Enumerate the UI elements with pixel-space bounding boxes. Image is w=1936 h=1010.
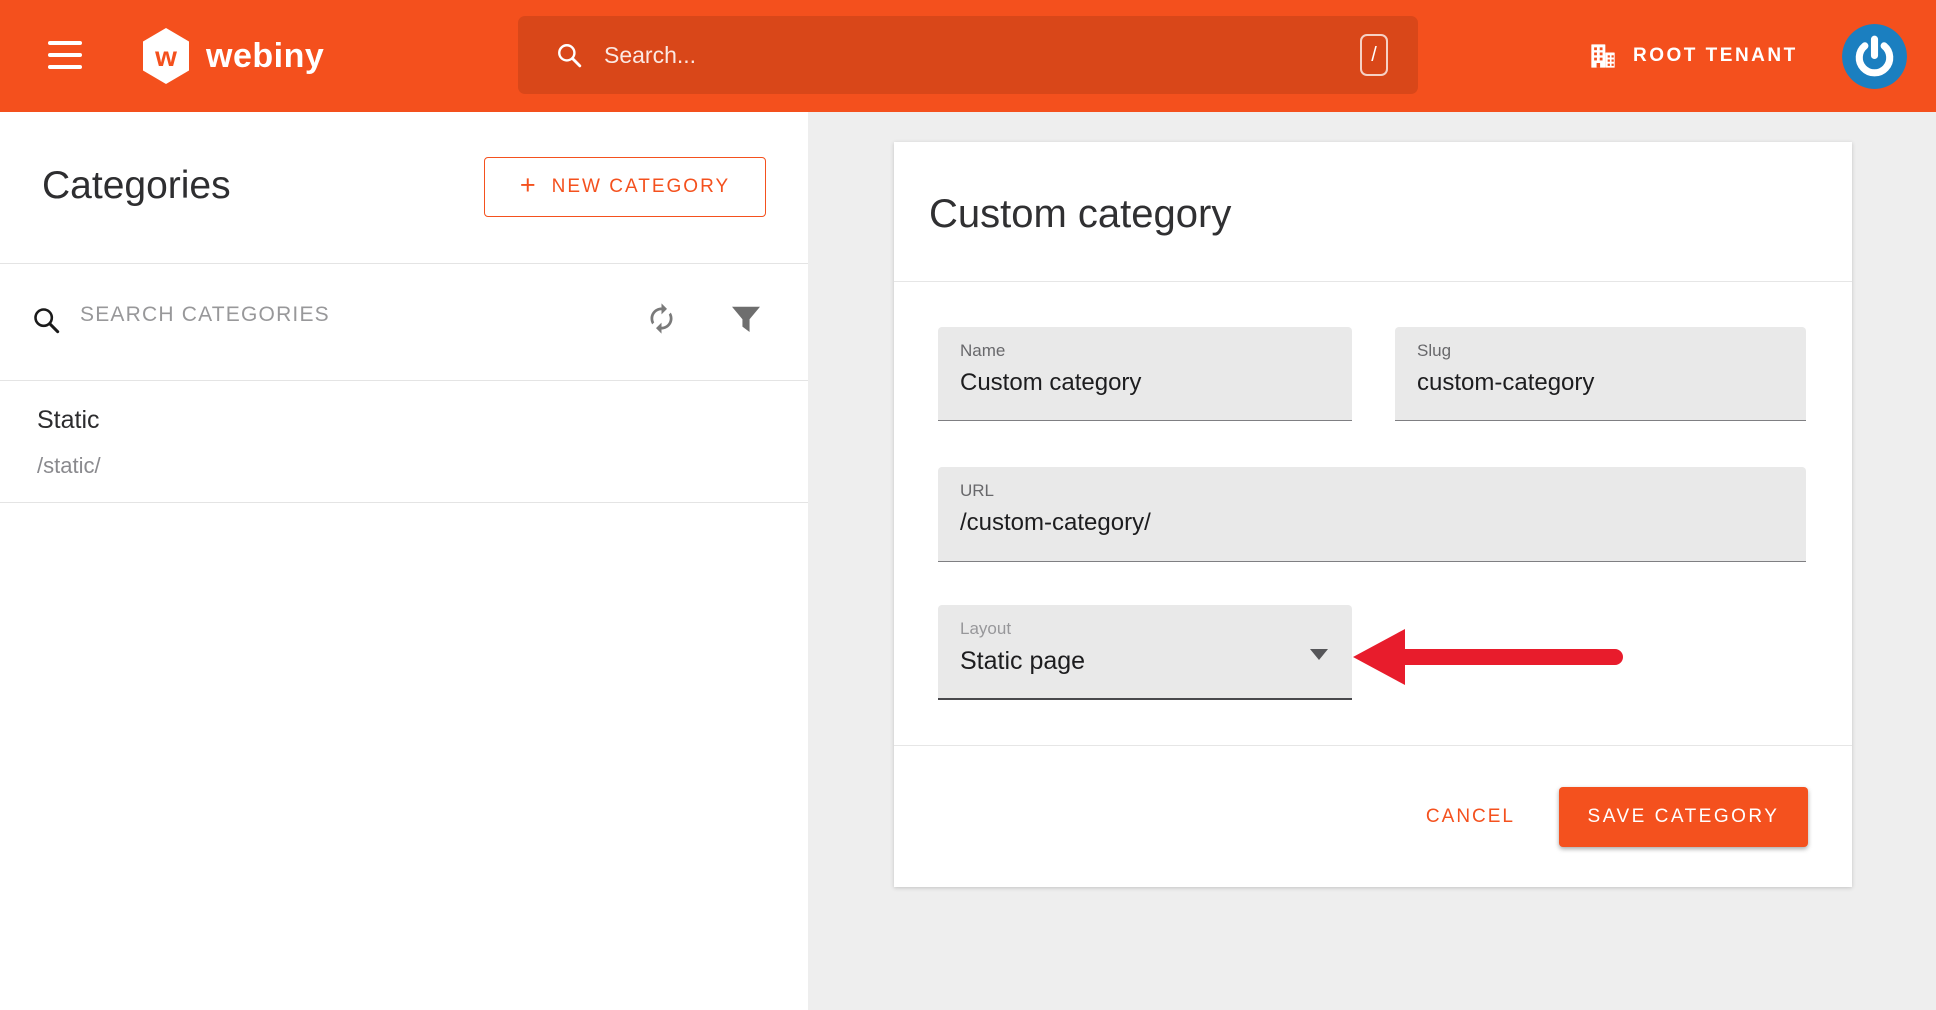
url-field-label: URL: [960, 481, 994, 501]
form-footer: CANCEL SAVE CATEGORY: [894, 745, 1852, 887]
global-search-input[interactable]: [604, 42, 1360, 69]
hamburger-menu-icon[interactable]: [48, 41, 82, 71]
slug-input[interactable]: [1417, 369, 1784, 397]
svg-text:w: w: [154, 41, 177, 72]
slug-field[interactable]: Slug: [1395, 327, 1806, 421]
form-title: Custom category: [929, 190, 1231, 238]
categories-search-row: [0, 263, 808, 380]
search-icon: [32, 306, 60, 334]
new-category-button-label: NEW CATEGORY: [552, 176, 730, 198]
layout-select[interactable]: Layout Static page: [938, 605, 1352, 700]
chevron-down-icon: [1310, 649, 1328, 660]
new-category-button[interactable]: + NEW CATEGORY: [484, 157, 766, 217]
save-category-button[interactable]: SAVE CATEGORY: [1559, 787, 1808, 847]
filter-icon: [732, 306, 760, 333]
categories-list-panel: Categories + NEW CATEGORY Static /static…: [0, 112, 808, 1010]
search-icon: [556, 42, 582, 68]
layout-selected-value: Static page: [960, 647, 1085, 676]
slug-field-label: Slug: [1417, 341, 1451, 361]
webiny-logo[interactable]: w webiny: [143, 28, 324, 84]
global-search-bar[interactable]: /: [518, 16, 1418, 94]
refresh-button[interactable]: [645, 302, 678, 338]
tenant-selector[interactable]: ROOT TENANT: [1589, 0, 1798, 112]
brand-name: webiny: [206, 37, 324, 76]
top-app-bar: w webiny /: [0, 0, 1936, 112]
url-input[interactable]: [960, 509, 1784, 537]
plus-icon: +: [520, 170, 538, 201]
keyboard-shortcut-badge: /: [1360, 34, 1388, 76]
name-field-label: Name: [960, 341, 1005, 361]
layout-select-label: Layout: [960, 619, 1011, 639]
divider: [0, 502, 808, 503]
url-field[interactable]: URL: [938, 467, 1806, 562]
divider: [894, 281, 1852, 282]
categories-search-input[interactable]: [80, 303, 560, 327]
category-name: Static: [37, 406, 100, 435]
category-details-card: Custom category Name Slug URL Layout Sta…: [894, 142, 1852, 887]
annotation-arrow-icon: [1352, 626, 1624, 688]
name-input[interactable]: [960, 369, 1330, 397]
page-title: Categories: [42, 166, 231, 205]
name-field[interactable]: Name: [938, 327, 1352, 421]
list-item[interactable]: Static /static/: [0, 380, 808, 502]
tenant-label: ROOT TENANT: [1633, 45, 1798, 67]
webiny-hexagon-icon: w: [143, 28, 189, 84]
refresh-icon: [645, 302, 678, 335]
category-url: /static/: [37, 453, 101, 479]
filter-button[interactable]: [732, 306, 760, 336]
user-avatar[interactable]: [1842, 24, 1907, 89]
building-icon: [1589, 42, 1617, 70]
cancel-button[interactable]: CANCEL: [1420, 796, 1521, 838]
